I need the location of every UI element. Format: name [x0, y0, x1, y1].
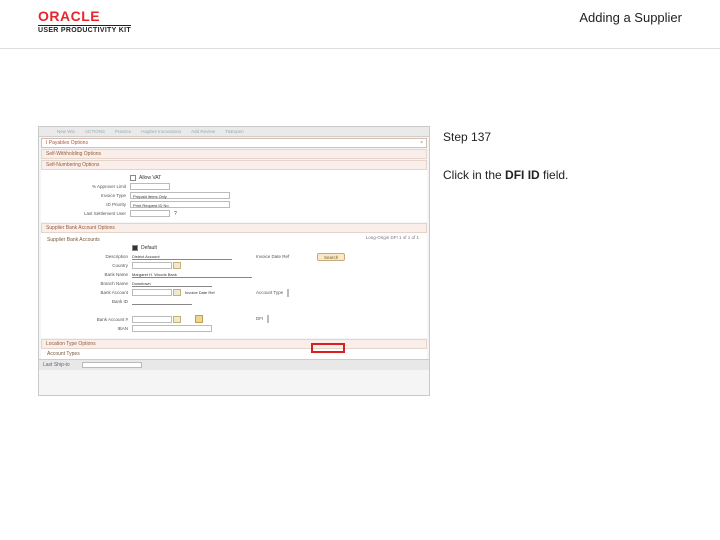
red-highlight-dfi-field	[311, 343, 345, 353]
bank-acct-no-field[interactable]	[132, 316, 172, 323]
section-payables-options: I Payables Options ×	[41, 138, 427, 148]
section-title: I Payables Options	[46, 140, 88, 146]
bank-id-field[interactable]	[132, 298, 192, 305]
brand-subtitle: USER PRODUCTIVITY KIT	[38, 25, 131, 34]
app-screenshot: New Win ACTIONS Practice Hughes Innovati…	[38, 126, 430, 396]
approver-limit-field[interactable]	[130, 183, 170, 190]
account-type-label: Account Type	[256, 290, 287, 295]
header: ORACLE USER PRODUCTIVITY KIT Adding a Su…	[38, 8, 682, 44]
instr-bold: DFI ID	[505, 168, 540, 182]
bank-account-field[interactable]	[132, 289, 172, 296]
section-self-numbering[interactable]: Self-Numbering Options	[41, 160, 427, 170]
invoice-type-field[interactable]: Prepaid items Only	[130, 192, 230, 199]
close-icon[interactable]: ×	[420, 140, 423, 146]
bank-acct-no-label: Bank Account #	[47, 317, 132, 322]
id-priority-label: ID Priority	[45, 202, 130, 207]
iban-field[interactable]	[132, 325, 212, 332]
section-self-withholding[interactable]: Self-Withholding Options	[41, 149, 427, 159]
id-priority-field[interactable]: Print Request ID No	[130, 201, 230, 208]
tab[interactable]: T&Expen	[225, 129, 244, 134]
description-field[interactable]: District Account	[132, 253, 232, 260]
tab[interactable]: New Win	[57, 129, 75, 134]
bank-name-field[interactable]: Margaret H. Woods Bank	[132, 271, 252, 278]
default-checkbox[interactable]	[132, 245, 138, 251]
last-ship-label: Last Ship-to	[43, 362, 70, 368]
last-settlement-user-label: Last Settlement User	[45, 211, 130, 216]
step-label: Step 137	[443, 130, 678, 144]
section-title: Supplier Bank Account Options	[46, 225, 115, 231]
oracle-logo: ORACLE USER PRODUCTIVITY KIT	[38, 8, 131, 34]
section-title: Self-Withholding Options	[46, 151, 101, 157]
tab[interactable]: Practice	[115, 129, 131, 134]
last-ship-field[interactable]	[82, 362, 142, 368]
instr-suffix: field.	[540, 168, 569, 182]
bank-id-label: Bank ID	[47, 299, 132, 304]
brand-name: ORACLE	[38, 8, 131, 24]
page-title: Adding a Supplier	[579, 10, 682, 25]
account-type-field[interactable]	[287, 289, 289, 297]
section-title: Location Type Options	[46, 341, 96, 347]
invoice-type-label: Invoice Type	[45, 193, 130, 198]
dfi-id-label: DFI	[256, 316, 267, 321]
last-settlement-user-field[interactable]	[130, 210, 170, 217]
default-label: Default	[141, 245, 157, 251]
nav-tabs: New Win ACTIONS Practice Hughes Innovati…	[39, 127, 429, 137]
dfi-id-field[interactable]	[267, 315, 269, 323]
allow-vat-label: Allow VAT	[139, 175, 161, 181]
iban-label: IBAN	[47, 326, 132, 331]
branch-name-field[interactable]: Downtown	[132, 280, 212, 287]
tab[interactable]: Hughes Innovations	[141, 129, 181, 134]
branch-name-label: Branch Name	[47, 281, 132, 286]
header-divider	[0, 48, 720, 49]
lock-icon	[195, 315, 203, 323]
tab[interactable]: ACTIONS	[85, 129, 105, 134]
section-bank-options[interactable]: Supplier Bank Account Options	[41, 223, 427, 233]
search-button[interactable]: Search	[317, 253, 345, 261]
allow-vat-checkbox[interactable]	[130, 175, 136, 181]
lookup-icon[interactable]	[173, 316, 181, 323]
invoice-date-label: Invoice Date Ref	[256, 254, 293, 259]
bank-name-label: Bank Name	[47, 272, 132, 277]
country-field[interactable]	[132, 262, 172, 269]
account-types-label: Account Types	[47, 351, 80, 357]
section-location-type[interactable]: Location Type Options	[41, 339, 427, 349]
section-title: Self-Numbering Options	[46, 162, 99, 168]
instruction-panel: Step 137 Click in the DFI ID field.	[443, 130, 678, 182]
bank-account-label: Bank Account	[47, 290, 132, 295]
step-instruction: Click in the DFI ID field.	[443, 168, 678, 182]
instr-prefix: Click in the	[443, 168, 505, 182]
pager-meta: Long-Origin DFI 1 of 1 of 1	[366, 235, 419, 240]
numbering-body: Allow VAT % Approver Limit Invoice Type …	[41, 170, 427, 222]
tab[interactable]: Add Review	[191, 129, 215, 134]
country-label: Country	[47, 263, 132, 268]
approver-limit-label: % Approver Limit	[45, 184, 130, 189]
lookup-icon[interactable]	[173, 289, 181, 296]
lookup-icon[interactable]	[173, 262, 181, 269]
description-label: Description	[47, 254, 132, 259]
footer-bar: Last Ship-to	[39, 359, 429, 370]
